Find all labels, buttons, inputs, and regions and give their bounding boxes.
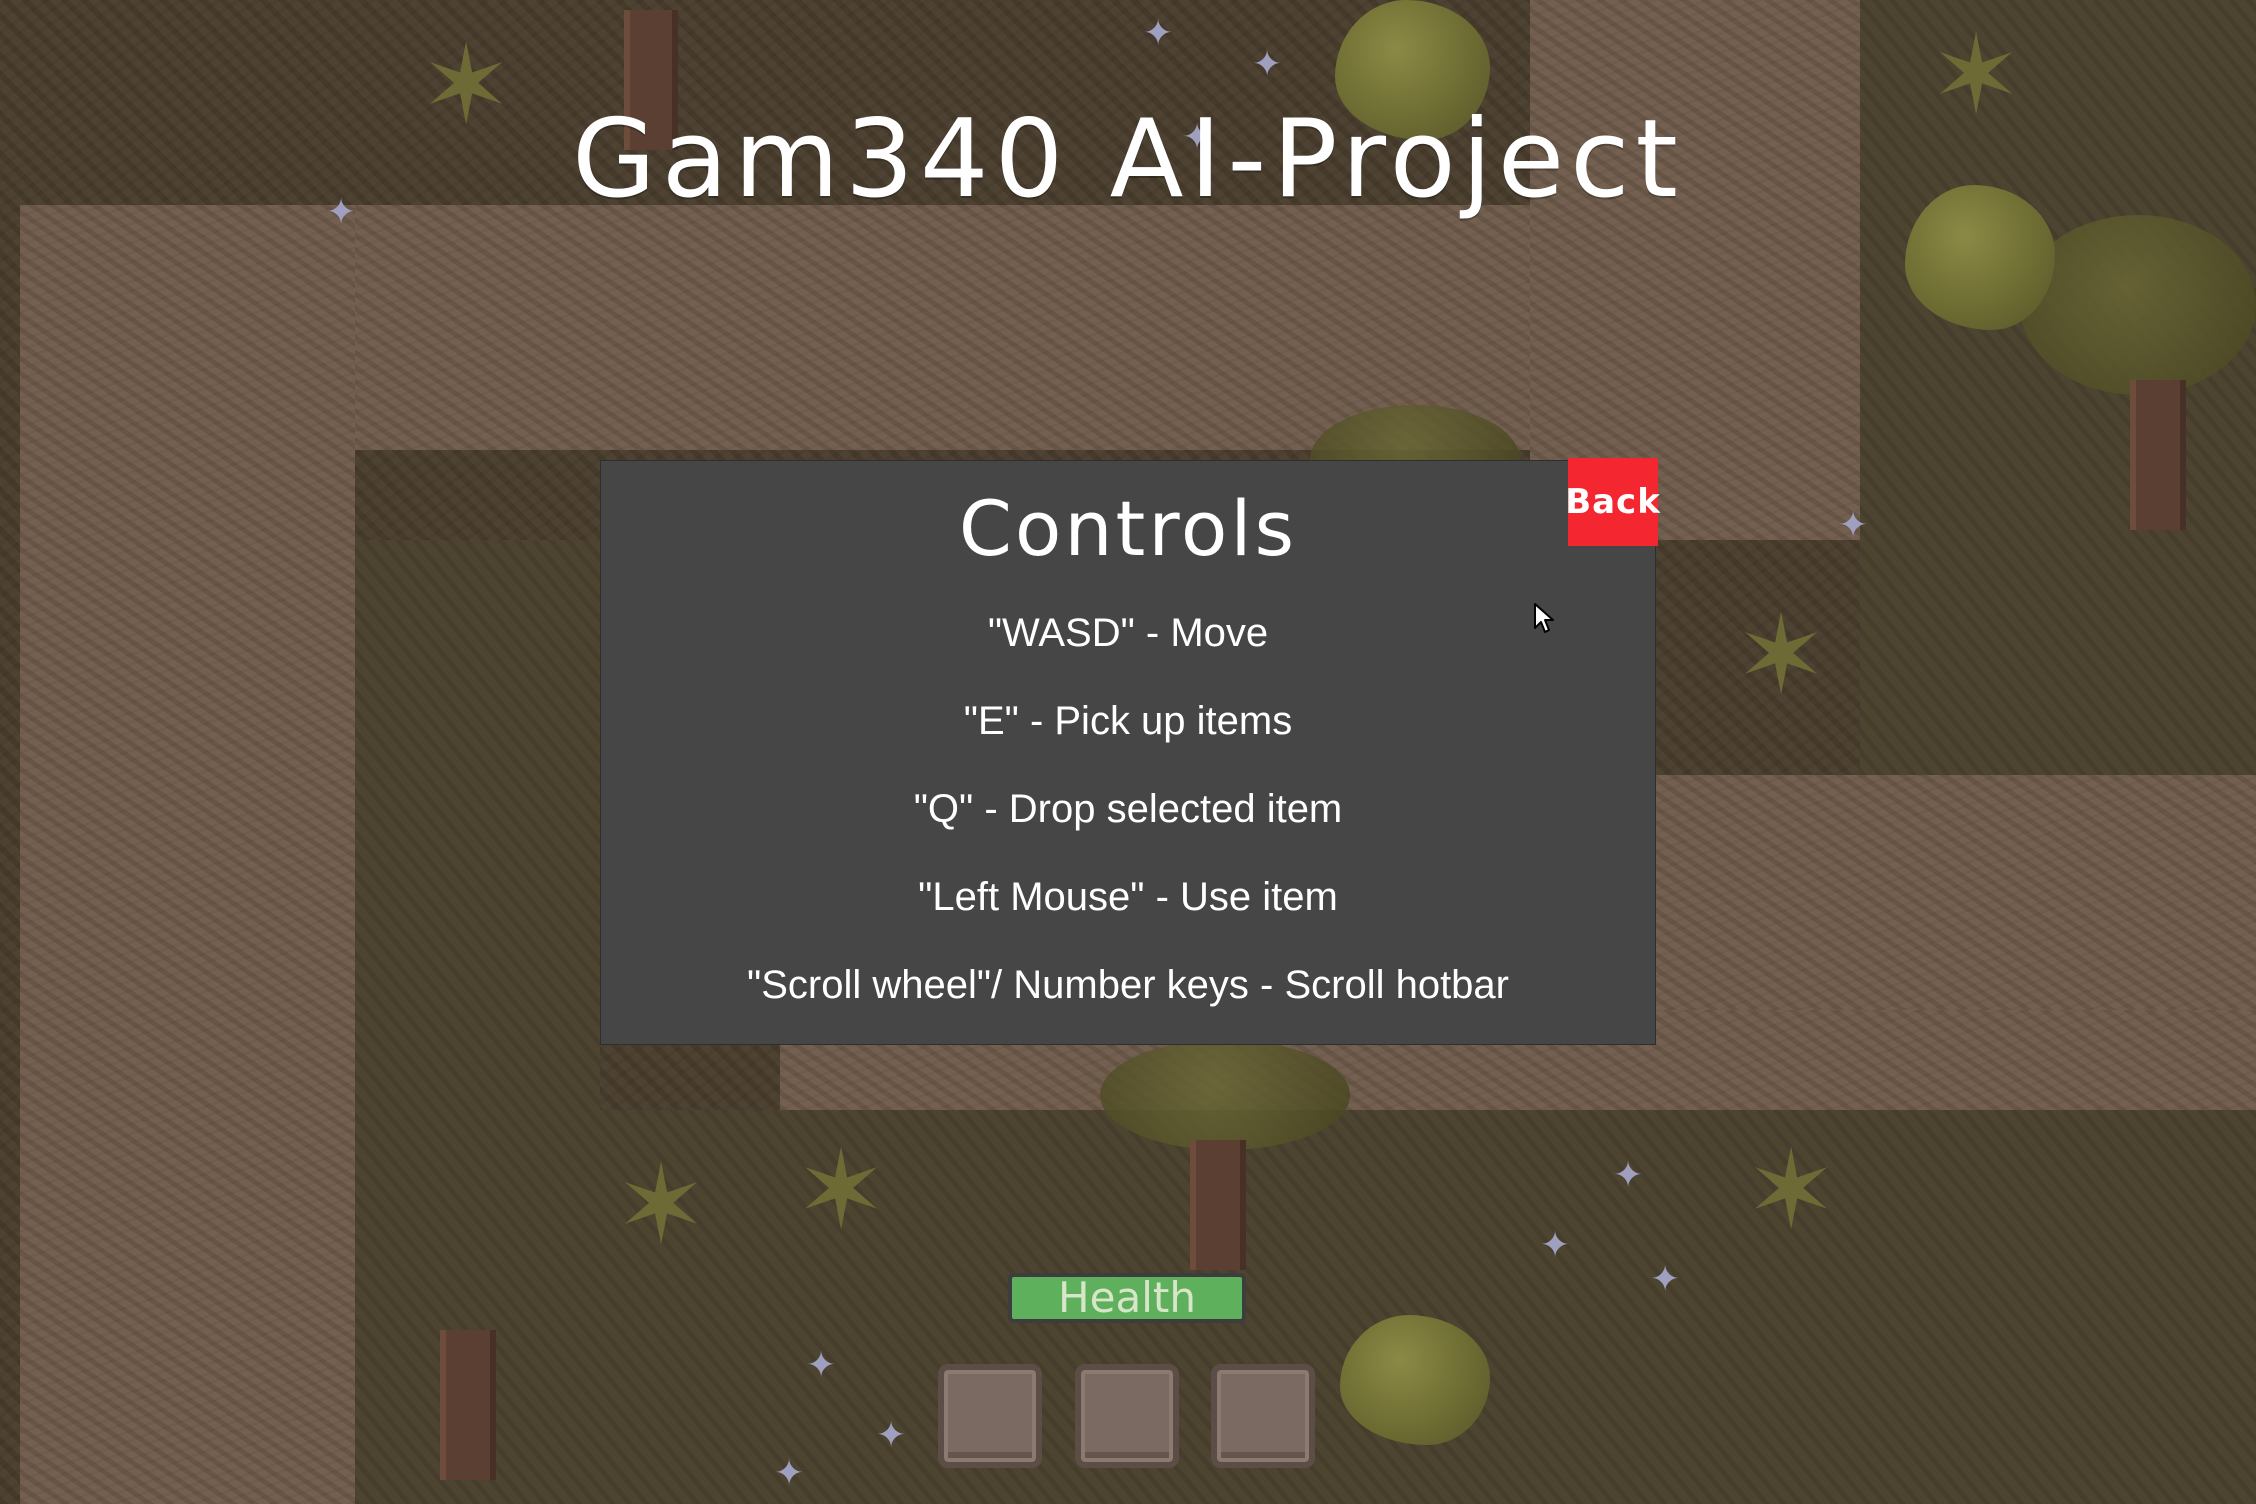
sparkle-icon: ✦ [1650, 1259, 1681, 1300]
fern-plant: ✶ [795, 1126, 888, 1254]
hotbar-slot-2[interactable] [1075, 1364, 1179, 1468]
game-scene: ✶ ✶ ✶ ✶ ✶ ✶ ✦ ✦ ✦ ✦ ✦ ✦ ✦ ✦ ✦ ✦ ✦ Gam340… [0, 0, 2256, 1504]
control-line-pickup: "E" - Pick up items [963, 699, 1293, 743]
sparkle-icon: ✦ [876, 1415, 907, 1456]
sparkle-icon: ✦ [1252, 44, 1283, 85]
fern-plant: ✶ [1745, 1126, 1838, 1254]
bush [1340, 1315, 1490, 1445]
hotbar-slot-1[interactable] [938, 1364, 1042, 1468]
dirt-path-left [20, 205, 355, 1504]
fern-plant: ✶ [1735, 591, 1828, 719]
hotbar-slot-3[interactable] [1211, 1364, 1315, 1468]
back-button[interactable]: Back [1565, 458, 1660, 546]
fern-plant: ✶ [615, 1141, 708, 1269]
controls-heading: Controls [958, 484, 1298, 573]
control-line-move: "WASD" - Move [987, 611, 1269, 655]
tree-trunk [2130, 380, 2186, 530]
control-line-hotbar: "Scroll wheel"/ Number keys - Scroll hot… [747, 963, 1509, 1007]
tree-trunk [1190, 1140, 1246, 1270]
health-label: Health [1058, 1273, 1196, 1322]
sparkle-icon: ✦ [1838, 505, 1869, 546]
game-title: Gam340 AI-Project [572, 97, 1684, 222]
sparkle-icon: ✦ [774, 1453, 805, 1494]
sparkle-icon: ✦ [1540, 1225, 1571, 1266]
mouse-cursor-icon [1534, 603, 1554, 633]
tree-canopy [1100, 1040, 1350, 1150]
health-bar: Health [1008, 1273, 1246, 1323]
sparkle-icon: ✦ [1613, 1155, 1644, 1196]
control-line-drop: "Q" - Drop selected item [913, 787, 1343, 831]
sparkle-icon: ✦ [806, 1345, 837, 1386]
tree-canopy [2020, 215, 2256, 395]
control-line-use: "Left Mouse" - Use item [918, 875, 1338, 919]
controls-panel: Controls "WASD" - Move "E" - Pick up ite… [600, 460, 1656, 1045]
tree-trunk [440, 1330, 496, 1480]
sparkle-icon: ✦ [1143, 13, 1174, 54]
